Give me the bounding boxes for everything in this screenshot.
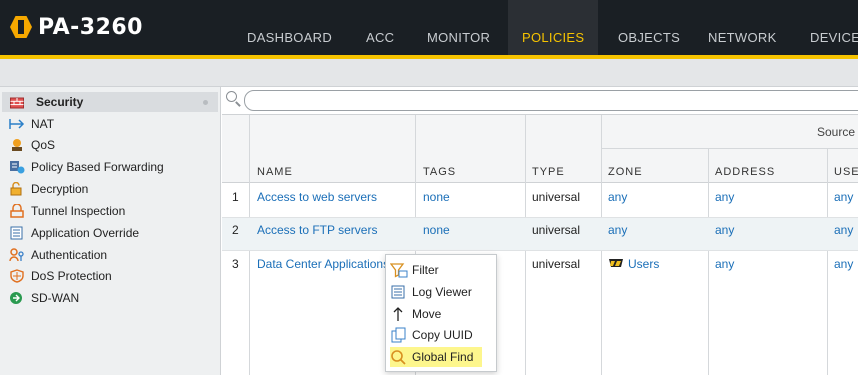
brand-logo: PA-3260 <box>10 12 143 42</box>
menu-item-label: Copy UUID <box>412 328 473 342</box>
copy-icon <box>390 327 408 343</box>
column-header-tags[interactable]: TAGS <box>423 166 456 178</box>
pbf-icon <box>9 160 25 174</box>
rule-address-link[interactable]: any <box>715 190 734 204</box>
sidebar-item-security[interactable]: Security <box>2 92 218 112</box>
dos-protection-icon <box>9 269 25 283</box>
tab-dashboard[interactable]: DASHBOARD <box>233 0 346 55</box>
tab-policies[interactable]: POLICIES <box>508 0 599 55</box>
sidebar-item-label: SD-WAN <box>31 291 80 305</box>
nat-icon <box>9 117 25 131</box>
rule-address-link[interactable]: any <box>715 257 734 271</box>
menu-item-move[interactable]: Move <box>390 304 482 324</box>
search-bar <box>222 87 858 115</box>
menu-item-label: Log Viewer <box>412 285 472 299</box>
context-menu: Filter Log Viewer Move Copy UUID Global … <box>385 254 497 372</box>
rule-user-link[interactable]: any <box>834 257 853 271</box>
sidebar-item-policy-based-forwarding[interactable]: Policy Based Forwarding <box>6 157 216 177</box>
log-viewer-icon <box>390 284 408 300</box>
rule-zone-link[interactable]: any <box>608 190 627 204</box>
sidebar-item-tunnel-inspection[interactable]: Tunnel Inspection <box>6 201 216 221</box>
zone-label: Users <box>628 257 660 271</box>
sidebar-item-application-override[interactable]: Application Override <box>6 223 216 243</box>
rule-type: universal <box>532 223 581 237</box>
tab-acc[interactable]: ACC <box>352 0 408 55</box>
rule-address-link[interactable]: any <box>715 223 734 237</box>
policy-rules-table: Source NAME TAGS TYPE ZONE ADDRESS USER … <box>222 115 858 375</box>
rule-user-link[interactable]: any <box>834 223 853 237</box>
menu-item-log-viewer[interactable]: Log Viewer <box>390 282 482 302</box>
column-header-zone[interactable]: ZONE <box>608 166 643 178</box>
menu-item-label: Global Find <box>412 350 474 364</box>
rule-name-link[interactable]: Access to web servers <box>257 190 377 204</box>
sidebar-item-nat[interactable]: NAT <box>6 114 216 134</box>
rule-type: universal <box>532 190 581 204</box>
tab-monitor[interactable]: MONITOR <box>413 0 504 55</box>
sidebar-item-sd-wan[interactable]: SD-WAN <box>6 288 216 308</box>
column-header-user[interactable]: USER <box>834 166 858 178</box>
tab-objects[interactable]: OBJECTS <box>604 0 694 55</box>
menu-item-copy-uuid[interactable]: Copy UUID <box>390 325 482 345</box>
row-number: 3 <box>232 257 239 271</box>
rule-tags-link[interactable]: none <box>423 190 450 204</box>
move-arrow-icon <box>390 306 408 322</box>
rule-zone-link[interactable]: Users <box>608 257 659 271</box>
device-name: PA-3260 <box>38 14 143 40</box>
column-header-type[interactable]: TYPE <box>532 166 565 178</box>
authentication-icon <box>9 248 25 262</box>
rule-type: universal <box>532 257 581 271</box>
sidebar-item-qos[interactable]: QoS <box>6 135 216 155</box>
security-policy-icon <box>10 95 26 109</box>
menu-item-filter[interactable]: Filter <box>389 260 482 280</box>
tab-network[interactable]: NETWORK <box>694 0 791 55</box>
sidebar-item-authentication[interactable]: Authentication <box>6 245 216 265</box>
sidebar-item-label: Tunnel Inspection <box>31 204 126 218</box>
menu-item-global-find[interactable]: Global Find <box>390 347 482 367</box>
sidebar-item-label: Authentication <box>31 248 108 262</box>
sidebar-item-label: QoS <box>31 138 56 152</box>
search-input[interactable] <box>244 90 858 111</box>
sidebar-item-label: NAT <box>31 117 55 131</box>
rule-name-link[interactable]: Access to FTP servers <box>257 223 377 237</box>
application-override-icon <box>9 226 25 240</box>
sub-toolbar <box>0 59 858 87</box>
sidebar-item-label: Policy Based Forwarding <box>31 160 164 174</box>
tab-device[interactable]: DEVICE <box>796 0 858 55</box>
rule-user-link[interactable]: any <box>834 190 853 204</box>
sidebar-item-decryption[interactable]: Decryption <box>6 179 216 199</box>
sidebar-item-label: Application Override <box>31 226 140 240</box>
sidebar-item-label: DoS Protection <box>31 269 112 283</box>
sidebar-item-label: Decryption <box>31 182 89 196</box>
top-navigation-bar: PA-3260 DASHBOARD ACC MONITOR POLICIES O… <box>0 0 858 55</box>
rule-zone-link[interactable]: any <box>608 223 627 237</box>
row-number: 2 <box>232 223 239 237</box>
column-header-name[interactable]: NAME <box>257 166 293 178</box>
row-number: 1 <box>232 190 239 204</box>
column-group-source: Source <box>817 125 856 139</box>
sd-wan-icon <box>9 291 25 305</box>
sidebar-item-dos-protection[interactable]: DoS Protection <box>6 266 216 286</box>
qos-icon <box>9 138 25 152</box>
collapse-handle-icon[interactable] <box>203 100 208 105</box>
filter-icon <box>389 262 408 278</box>
decryption-icon <box>9 181 25 196</box>
policy-sidebar: Security NAT QoS Policy Based Forwarding… <box>0 87 221 375</box>
rule-tags-link[interactable]: none <box>423 223 450 237</box>
search-icon <box>226 91 241 107</box>
menu-item-label: Move <box>412 307 442 321</box>
menu-item-label: Filter <box>412 263 439 277</box>
tunnel-inspection-icon <box>9 203 25 218</box>
search-icon <box>390 349 408 365</box>
zone-icon <box>608 257 624 271</box>
column-header-address[interactable]: ADDRESS <box>715 166 775 178</box>
sidebar-item-label: Security <box>36 95 84 109</box>
paloalto-logo-icon <box>10 16 32 38</box>
